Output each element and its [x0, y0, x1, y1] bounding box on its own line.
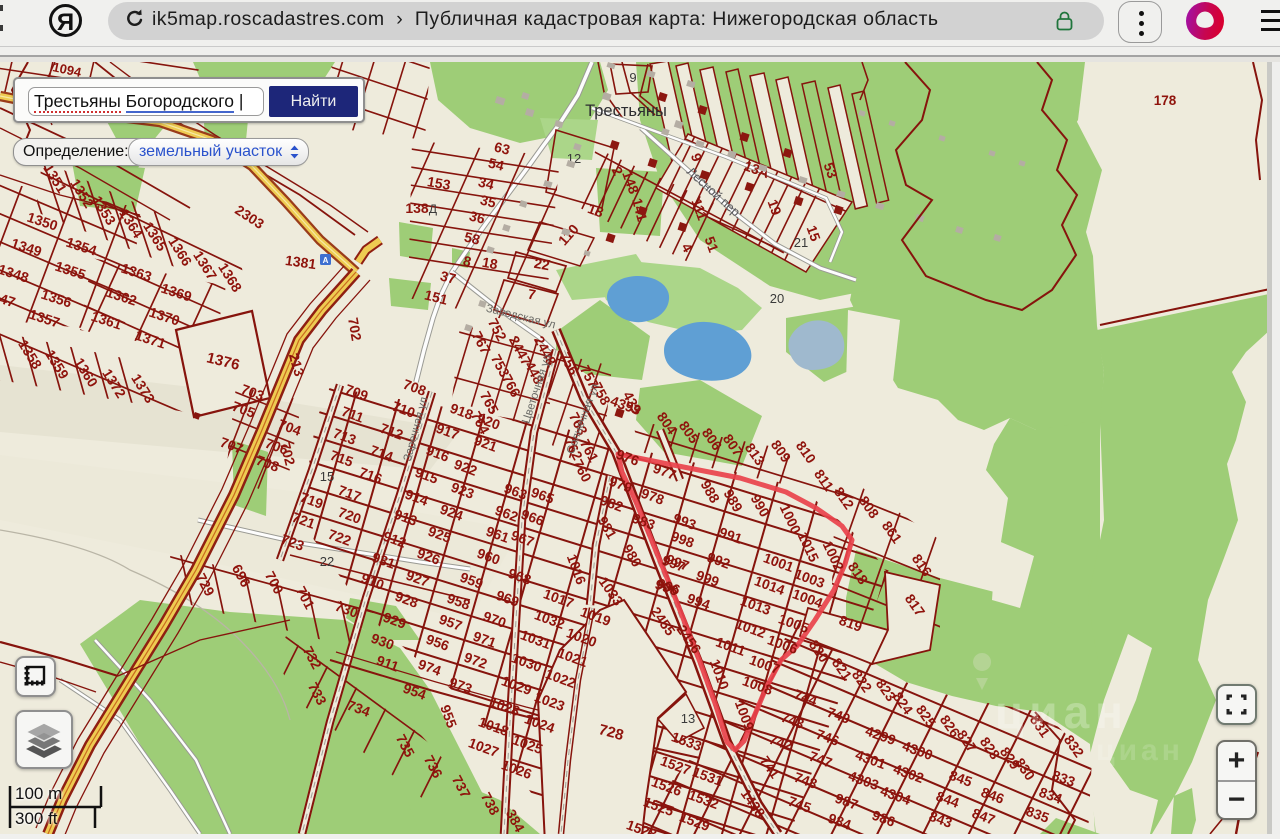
svg-text:A: A [323, 256, 329, 265]
svg-text:21: 21 [794, 235, 808, 250]
svg-text:Трестьяны: Трестьяны [585, 102, 667, 120]
svg-text:циан: циан [995, 686, 1129, 738]
svg-text:138: 138 [405, 200, 429, 216]
svg-text:9: 9 [629, 70, 636, 85]
svg-text:15: 15 [320, 469, 334, 484]
svg-text:циан: циан [1096, 734, 1184, 767]
svg-text:Д: Д [429, 202, 437, 216]
svg-text:22: 22 [320, 554, 334, 569]
svg-text:178: 178 [1154, 93, 1177, 108]
svg-text:13: 13 [681, 711, 695, 726]
svg-text:22: 22 [533, 255, 551, 273]
svg-text:20: 20 [770, 291, 784, 306]
svg-text:18: 18 [481, 254, 499, 272]
